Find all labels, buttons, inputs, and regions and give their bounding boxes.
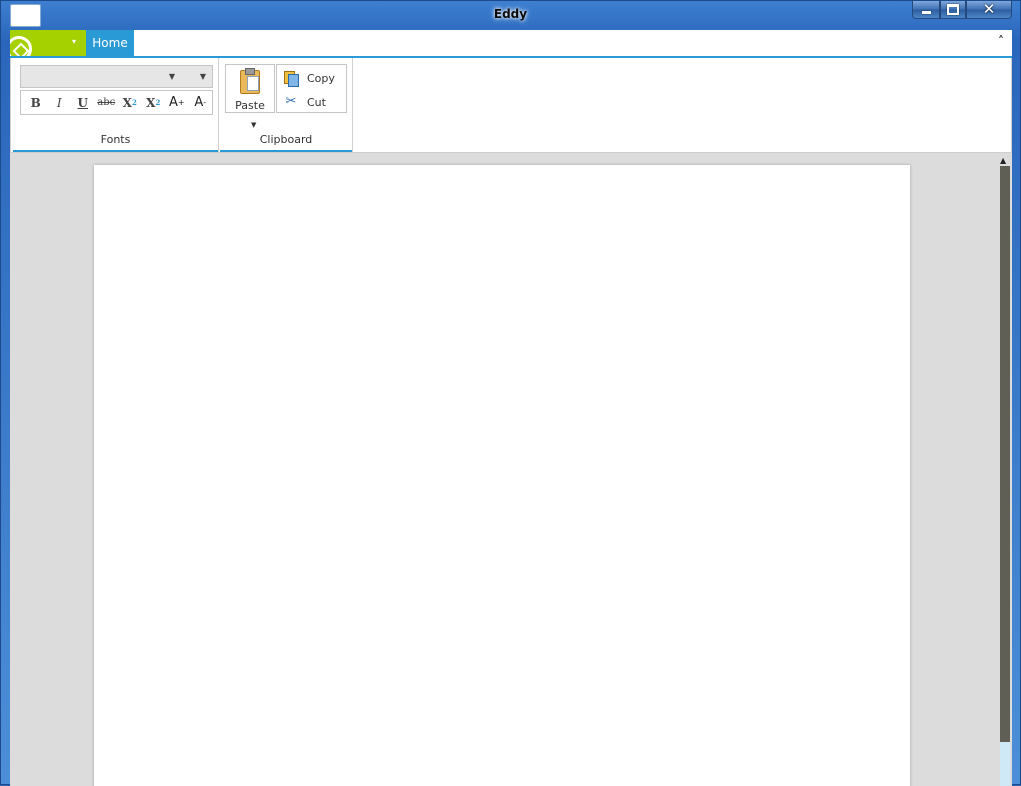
title-bar[interactable]: Eddy ✕	[1, 1, 1020, 30]
document-workspace: ▲	[10, 153, 1012, 786]
app-window: Eddy ✕ ▾ Home ˄ ▼ ▼ B I U abc X 2 X 2 A …	[0, 0, 1021, 786]
strikethrough-button[interactable]: abc	[95, 92, 119, 113]
shrink-font-button[interactable]: A-	[189, 92, 213, 113]
minimize-button[interactable]	[912, 1, 940, 19]
font-size-combo[interactable]: ▼	[181, 66, 212, 87]
chevron-down-icon: ▼	[199, 72, 206, 81]
underline-button[interactable]: U	[71, 92, 95, 113]
cut-label: Cut	[307, 95, 326, 109]
clipboard-group: Paste ▼ Copy ✂ Cut Clipboard	[220, 58, 353, 152]
copy-button[interactable]: Copy	[277, 67, 347, 89]
clipboard-small-buttons: Copy ✂ Cut	[276, 64, 347, 113]
window-controls: ✕	[912, 1, 1012, 20]
grow-font-mark: +	[177, 98, 185, 107]
chevron-down-icon: ▼	[168, 72, 175, 81]
copy-label: Copy	[307, 71, 335, 85]
scroll-up-arrow-icon[interactable]: ▲	[1000, 156, 1006, 165]
superscript-mark: 2	[155, 98, 161, 107]
subscript-mark: 2	[131, 98, 137, 107]
scrollbar-thumb[interactable]	[1000, 166, 1010, 742]
format-buttons-row: B I U abc X2 X2 A + A-	[20, 90, 213, 115]
superscript-base: X	[146, 95, 156, 110]
tab-home[interactable]: Home	[86, 30, 134, 56]
application-menu-button[interactable]: ▾	[10, 30, 86, 56]
chevron-down-icon: ▾	[72, 37, 77, 46]
italic-button[interactable]: I	[48, 92, 72, 113]
bold-button[interactable]: B	[24, 92, 48, 113]
fonts-group: ▼ ▼ B I U abc X2 X2 A + A - Fonts	[13, 58, 219, 152]
minimize-icon	[921, 11, 931, 14]
client-area: ▾ Home ˄ ▼ ▼ B I U abc X 2 X 2 A + A - F…	[10, 30, 1012, 786]
app-logo-icon	[10, 36, 32, 56]
grow-font-button[interactable]: A +	[165, 92, 189, 113]
ribbon-collapse-button[interactable]: ˄	[998, 34, 1004, 48]
window-title: Eddy	[493, 7, 528, 21]
paste-label: Paste	[235, 99, 265, 112]
chevron-down-icon: ▼	[251, 121, 257, 129]
document-page[interactable]	[94, 165, 910, 786]
copy-icon	[283, 70, 299, 87]
shrink-font-mark: -	[203, 98, 207, 107]
subscript-button[interactable]: X2	[118, 92, 142, 113]
scrollbar-track[interactable]	[1000, 742, 1010, 786]
superscript-button[interactable]: X2	[142, 92, 166, 113]
ribbon-panel: ▼ ▼ B I U abc X2 X2 A + A - Fonts Paste …	[10, 58, 1012, 153]
clipboard-paste-icon	[240, 68, 260, 94]
scissors-icon: ✂	[285, 94, 297, 109]
font-family-combo[interactable]: ▼	[21, 66, 181, 87]
close-icon: ✕	[982, 0, 996, 18]
font-combo-row: ▼ ▼	[20, 65, 213, 88]
paste-button[interactable]: Paste ▼	[225, 64, 275, 129]
ribbon-tab-row: ▾ Home ˄	[10, 30, 1012, 58]
cut-button[interactable]: ✂ Cut	[277, 91, 347, 113]
subscript-base: X	[122, 95, 132, 110]
maximize-icon	[947, 4, 959, 15]
shrink-font-base: A	[194, 95, 204, 110]
vertical-scrollbar[interactable]: ▲	[998, 153, 1012, 786]
fonts-group-label: Fonts	[100, 133, 131, 146]
clipboard-group-label: Clipboard	[259, 133, 313, 146]
grow-font-base: A	[168, 95, 178, 110]
maximize-button[interactable]	[940, 1, 966, 19]
close-button[interactable]: ✕	[966, 1, 1012, 19]
